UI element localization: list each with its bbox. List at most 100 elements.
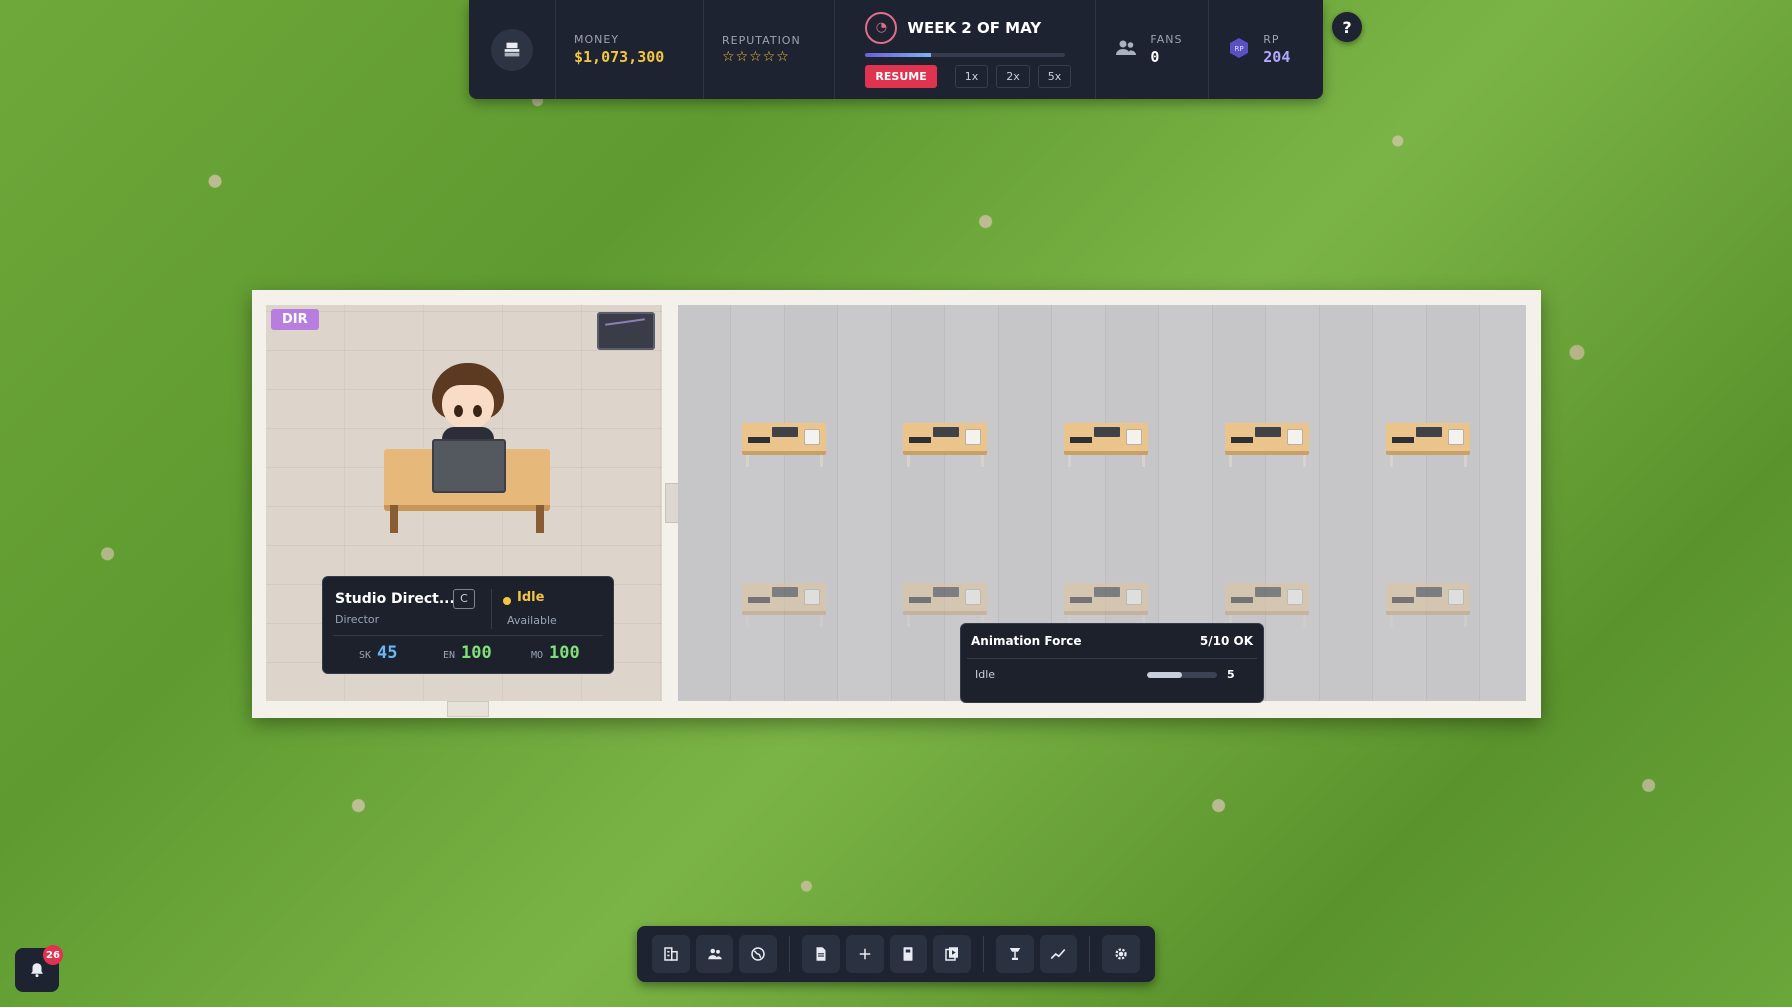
stat-skill: SK 45 [359, 643, 398, 663]
week-section: ◔ WEEK 2 OF MAY RESUME 1x 2x 5x [835, 0, 1097, 99]
workstation-kb [1070, 597, 1092, 603]
workstation-mon [933, 427, 959, 437]
workstation-pc [1448, 429, 1464, 445]
workstation-leg2 [981, 455, 984, 467]
workstation-desk[interactable] [1064, 423, 1150, 471]
stat-morale-key: MO [531, 650, 544, 661]
rp-section: RP RP 204 [1209, 0, 1323, 99]
workstation-kb [1231, 597, 1253, 603]
workstation-kb [909, 437, 931, 443]
help-button[interactable]: ? [1332, 12, 1362, 42]
awards-button[interactable] [995, 935, 1034, 973]
settings-button[interactable] [1102, 935, 1140, 973]
speed-1x-button[interactable]: 1x [954, 64, 989, 88]
director-laptop [432, 439, 506, 493]
team-progress-fill [1147, 672, 1182, 678]
workstation-leg2 [820, 615, 823, 627]
fans-section: FANS 0 [1096, 0, 1210, 99]
office-icon [664, 947, 678, 961]
stat-energy: EN 100 [443, 643, 492, 663]
settings-icon [1115, 948, 1127, 960]
workstation-desk[interactable] [1386, 583, 1472, 631]
workstation-desk[interactable] [1386, 423, 1472, 471]
office-button[interactable] [652, 935, 690, 973]
toolbar-separator [1089, 936, 1091, 972]
workstation-pc [1448, 589, 1464, 605]
director-status: Idle [517, 590, 545, 605]
workstation-mon [1255, 587, 1281, 597]
team-status-card[interactable]: Animation Force 5/10 OK Idle 5 [960, 623, 1264, 703]
documents-button[interactable] [802, 935, 840, 973]
wall-tv [597, 312, 655, 350]
toolbar-separator [789, 936, 791, 972]
fans-label: FANS [1150, 33, 1183, 46]
workstation-pc [804, 589, 820, 605]
studio-logo-button[interactable] [491, 28, 533, 71]
character-face [442, 385, 494, 429]
speed-2x-button[interactable]: 2x [996, 64, 1030, 88]
stat-skill-key: SK [359, 650, 372, 661]
week-progress-bar [865, 52, 1066, 57]
money-value: $1,073,300 [574, 48, 665, 66]
workstation-leg1 [907, 615, 910, 627]
stat-energy-key: EN [443, 650, 456, 661]
workstation-leg2 [1464, 615, 1467, 627]
catalog-button[interactable] [889, 935, 928, 973]
workstation-kb [748, 597, 770, 603]
stat-energy-value: 100 [461, 643, 492, 663]
staff-icon [707, 948, 722, 960]
director-name: Studio Direct... [335, 591, 455, 607]
rp-hexagon-icon: RP [1227, 36, 1251, 64]
workstation-pc [1126, 589, 1142, 605]
card-divider [491, 589, 492, 629]
analytics-button[interactable] [1039, 935, 1078, 973]
library-icon [945, 947, 959, 961]
workstation-desk[interactable] [742, 423, 828, 471]
workstation-desk[interactable] [903, 423, 989, 471]
workstation-mon [1094, 587, 1120, 597]
partition-door [665, 483, 679, 523]
library-button[interactable] [933, 935, 971, 973]
top-hud: MONEY $1,073,300 REPUTATION ☆☆☆☆☆ ◔ WEEK… [469, 0, 1323, 99]
svg-text:RP: RP [1235, 45, 1244, 53]
rp-value: 204 [1263, 48, 1291, 66]
chart-icon [1051, 948, 1066, 960]
workstation-desk[interactable] [742, 583, 828, 631]
desk-leg-right [536, 505, 544, 533]
workstation-kb [1070, 437, 1092, 443]
studio-icon [504, 42, 520, 56]
workstation-leg1 [1390, 615, 1393, 627]
character-eye-right [473, 405, 482, 417]
globe-icon [751, 947, 765, 961]
workstation-kb [1392, 437, 1414, 443]
director-availability: Available [507, 614, 557, 627]
workstation-kb [1231, 437, 1253, 443]
staff-button[interactable] [695, 935, 734, 973]
card-separator [333, 635, 603, 636]
calendar-icon: ◔ [865, 11, 898, 44]
director-info-card[interactable]: Studio Direct... C Director Idle Availab… [322, 576, 614, 674]
workstation-leg1 [1390, 455, 1393, 467]
team-capacity: 5/10 OK [1199, 634, 1253, 648]
workstation-pc [1287, 429, 1303, 445]
team-progress-bar [1147, 672, 1217, 678]
workstation-pc [804, 429, 820, 445]
workstation-leg1 [907, 455, 910, 467]
workstation-kb [909, 597, 931, 603]
new-project-button[interactable] [845, 935, 884, 973]
speed-5x-button[interactable]: 5x [1037, 64, 1072, 88]
workstation-leg2 [1303, 455, 1306, 467]
workstation-leg1 [746, 615, 749, 627]
director-room[interactable]: DIR Studio Direct... C Director Idle Ava… [266, 305, 662, 701]
stat-morale-value: 100 [549, 643, 580, 663]
world-button[interactable] [739, 935, 778, 973]
plus-icon [859, 948, 870, 960]
studio-logo-section [469, 0, 556, 99]
workstation-leg1 [1068, 455, 1071, 467]
resume-button[interactable]: RESUME [865, 64, 937, 88]
reputation-stars: ☆☆☆☆☆ [722, 49, 790, 65]
director-room-badge: DIR [271, 309, 319, 330]
workstation-desk[interactable] [1225, 423, 1311, 471]
fans-icon [1114, 36, 1138, 64]
workstation-mon [1094, 427, 1120, 437]
